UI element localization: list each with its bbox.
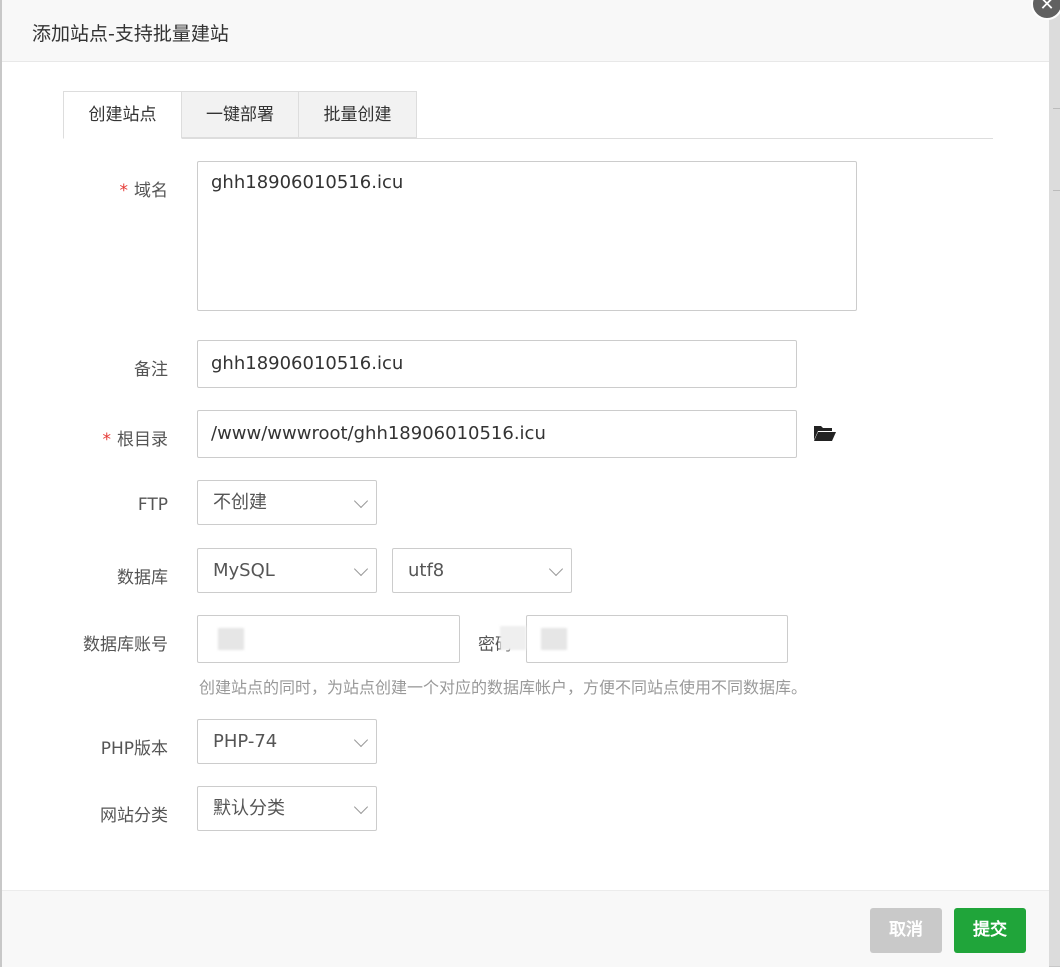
tab-batch-create[interactable]: 批量创建 [298,91,417,138]
php-version-select[interactable]: PHP-74 [197,719,377,764]
note-input[interactable]: ghh18906010516.icu [197,340,797,388]
ftp-label: FTP [137,495,168,515]
tab-one-click-deploy[interactable]: 一键部署 [181,91,299,138]
chevron-down-icon [548,561,564,577]
ftp-select[interactable]: 不创建 [197,480,377,525]
required-mark: * [102,430,112,450]
background-page-edge [1049,0,1060,966]
submit-button[interactable]: 提交 [954,908,1026,953]
chevron-down-icon [353,493,369,509]
note-label: 备注 [134,360,168,380]
db-password-label: 密码 [478,635,512,655]
chevron-down-icon [353,732,369,748]
tab-divider [63,138,993,139]
dialog-title: 添加站点-支持批量建站 [32,23,229,45]
tab-create-site[interactable]: 创建站点 [63,91,182,139]
dialog-titlebar: 添加站点-支持批量建站 [2,0,1049,62]
redacted-overlay [500,626,526,650]
db-account-hint: 创建站点的同时，为站点创建一个对应的数据库帐户，方便不同站点使用不同数据库。 [199,678,808,697]
required-mark: * [119,181,129,201]
domain-textarea[interactable]: ghh18906010516.icu [197,161,857,311]
root-dir-label: * 根目录 [102,430,169,450]
database-type-select[interactable]: MySQL [197,548,377,593]
folder-open-icon[interactable] [813,423,837,443]
dialog-footer: 取消 提交 [2,890,1049,967]
root-dir-input[interactable]: /www/wwwroot/ghh18906010516.icu [197,410,797,458]
db-password-input[interactable] [526,615,788,663]
chevron-down-icon [353,799,369,815]
add-site-dialog: 添加站点-支持批量建站 创建站点 一键部署 批量创建 * 域名 ghh189060… [2,0,1049,967]
chevron-down-icon [353,561,369,577]
redacted-value [218,628,244,650]
database-label: 数据库 [117,568,168,588]
site-category-label: 网站分类 [100,806,168,826]
db-account-label: 数据库账号 [83,635,168,655]
redacted-value [541,628,567,650]
php-version-label: PHP版本 [100,739,168,759]
database-charset-select[interactable]: utf8 [392,548,572,593]
site-category-select[interactable]: 默认分类 [197,786,377,831]
domain-label: * 域名 [119,181,169,201]
cancel-button[interactable]: 取消 [870,908,942,953]
